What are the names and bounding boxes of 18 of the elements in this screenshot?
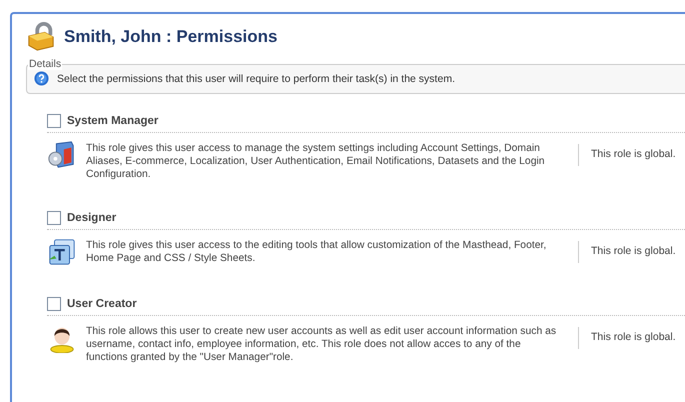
text-tool-icon — [47, 237, 77, 267]
role-name: Designer — [67, 212, 116, 224]
padlock-icon — [26, 22, 56, 52]
page-title: Smith, John : Permissions — [64, 27, 278, 47]
role-scope: This role is global. — [578, 327, 676, 349]
help-icon — [34, 71, 49, 86]
role-checkbox[interactable] — [47, 211, 61, 225]
details-text: Select the permissions that this user will require to perform their task(s) in the system. — [57, 72, 455, 84]
role-description: This role gives this user access to manage the system settings including Account Settings, Domain Aliases, E-commerce, Localization, User Authentication, Email Notifications, Datasets and the Login Configuration. — [86, 142, 546, 181]
role-scope: This role is global. — [578, 241, 676, 263]
role-name: User Creator — [67, 298, 137, 310]
details-legend: Details — [28, 58, 62, 70]
role-description: This role gives this user access to the editing tools that allow customization of the Masthead, Footer, Home Page and CSS / Style Sheets. — [86, 239, 548, 265]
role-checkbox[interactable] — [47, 114, 61, 128]
role-scope: This role is global. — [578, 144, 676, 166]
role-description: This role allows this user to create new user accounts as well as edit user account information such as username, contact info, employee information, etc. This role does not allow acces to any of the functions granted by the "User Manager"role. — [86, 325, 558, 364]
role-checkbox[interactable] — [47, 297, 61, 311]
role-name: System Manager — [67, 115, 158, 127]
